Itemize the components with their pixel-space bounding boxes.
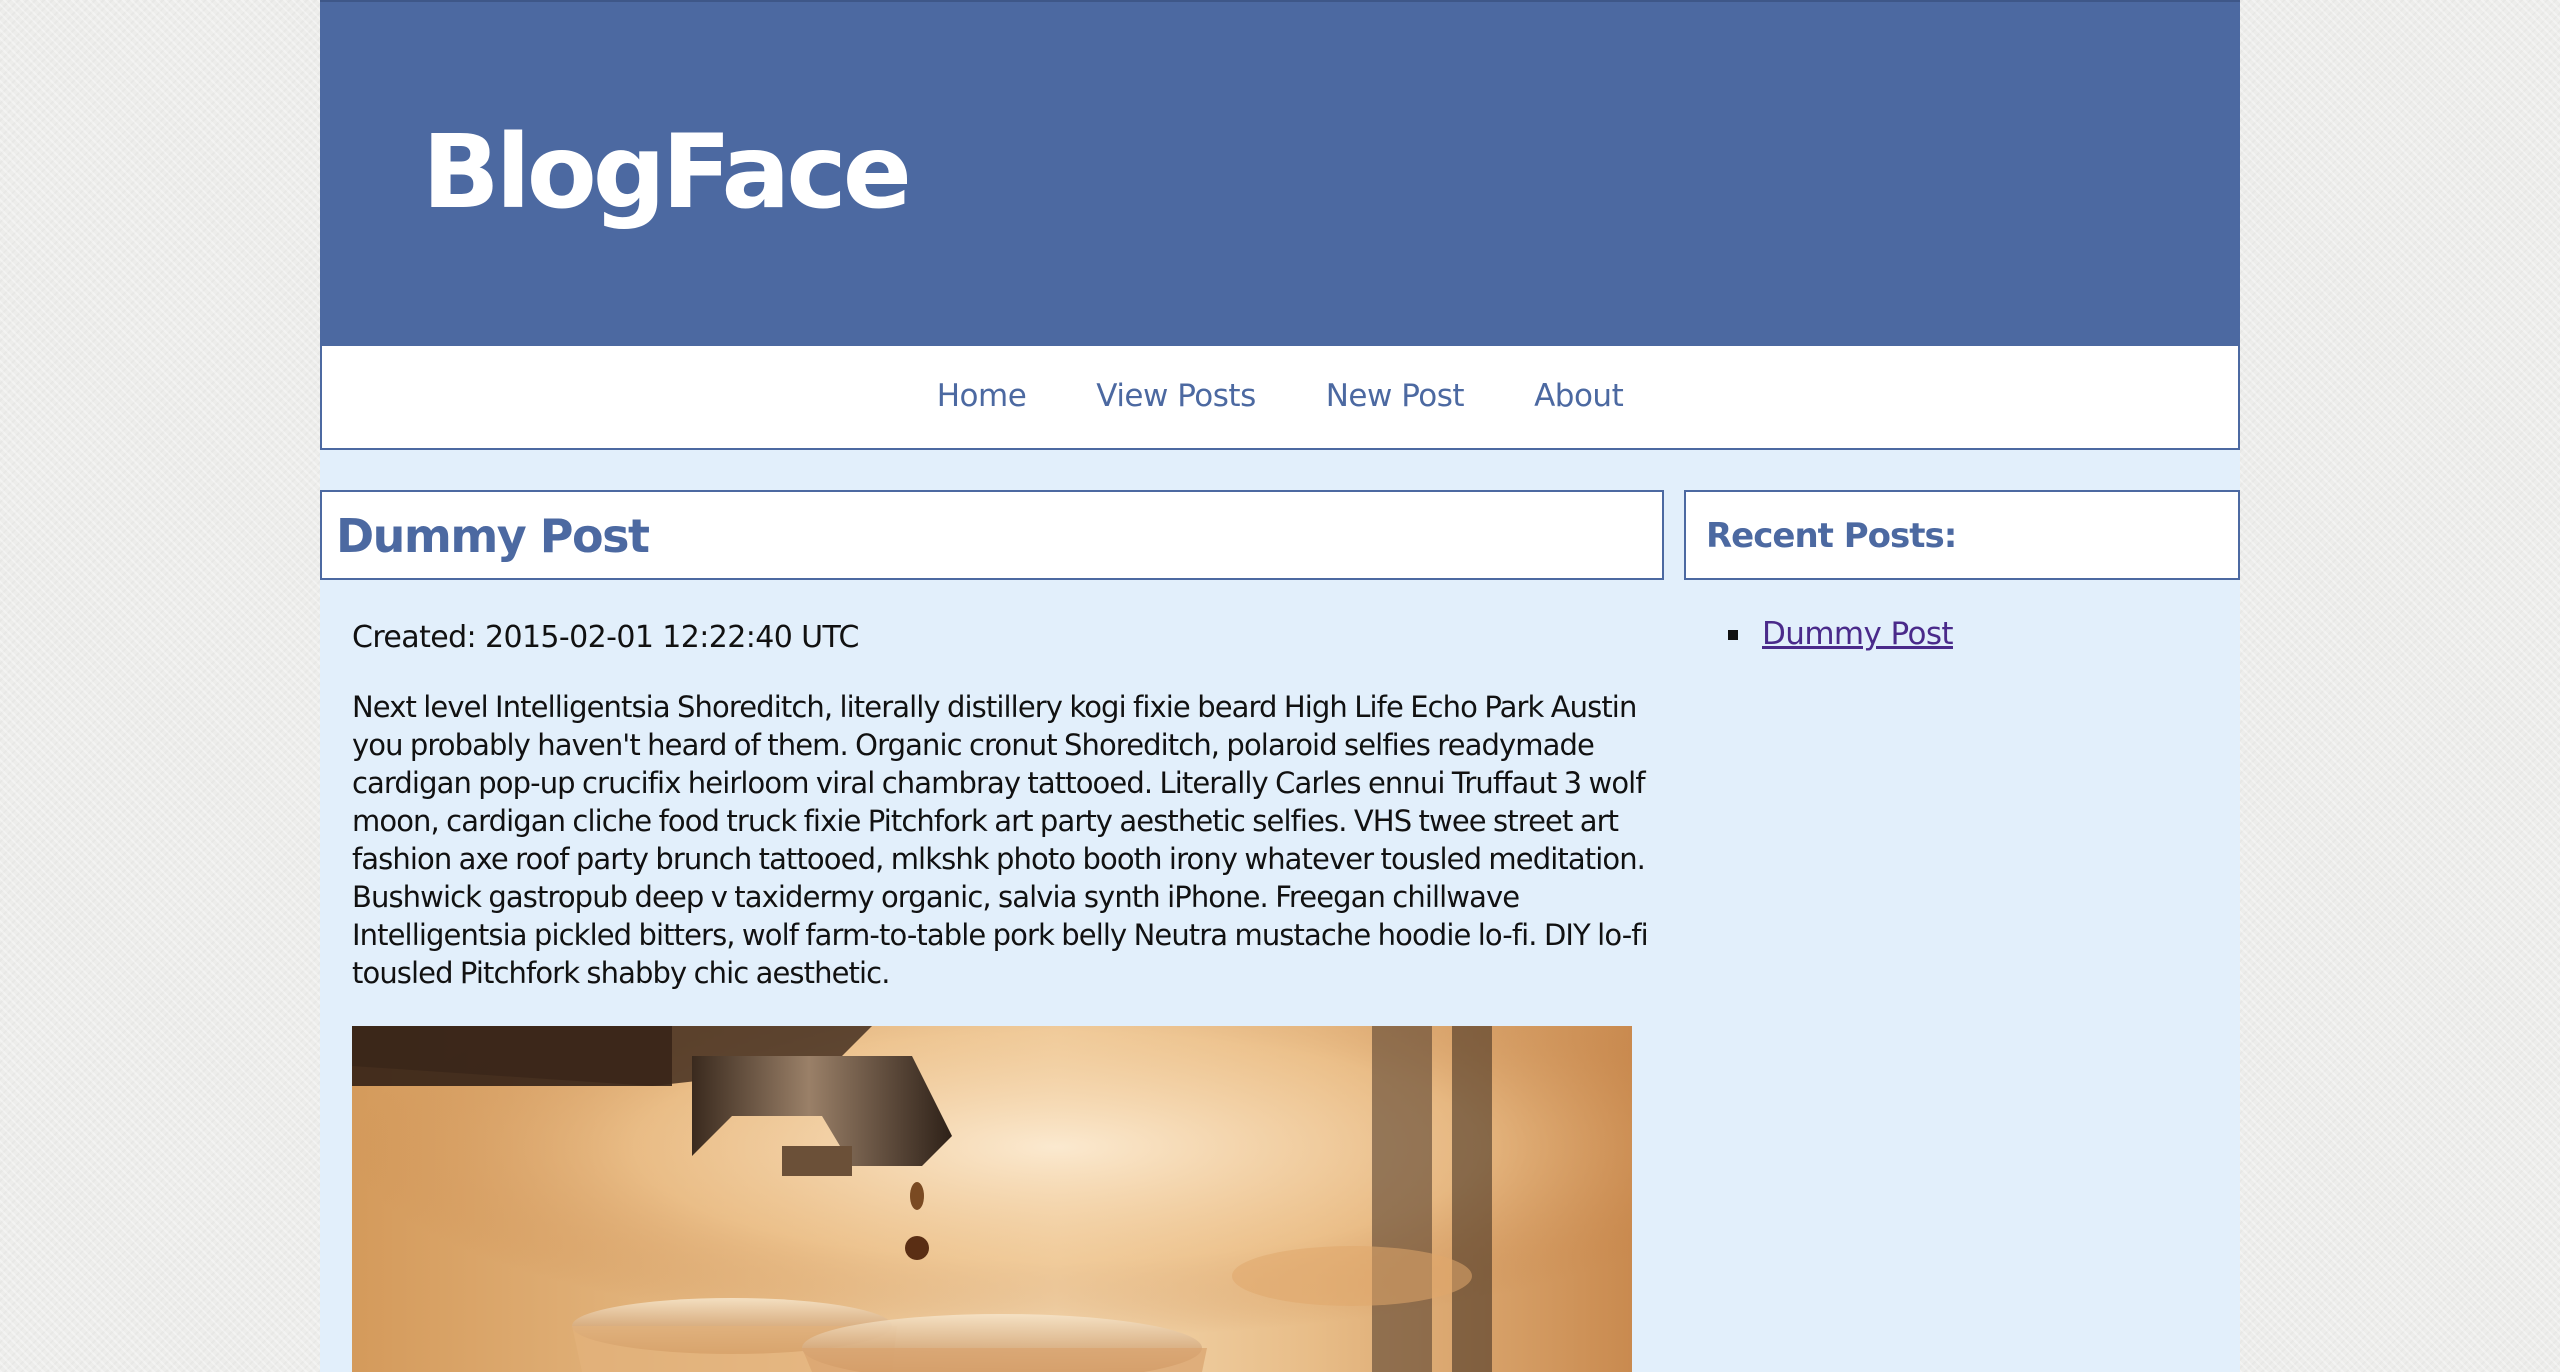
nav-about-link[interactable]: About [1534,378,1624,414]
nav-home-link[interactable]: Home [937,378,1027,414]
square-bullet-icon [1728,630,1738,640]
main-nav: Home View Posts New Post About [320,346,2240,450]
sidebar-title-panel: Recent Posts: [1684,490,2240,580]
site-header: BlogFace [320,0,2240,346]
post-body-text: Next level Intelligentsia Shoreditch, li… [352,690,1649,990]
post-image-espresso [352,1026,1632,1372]
recent-posts-heading: Recent Posts: [1706,516,1957,556]
list-item: Dummy Post [1720,616,1954,652]
nav-list: Home View Posts New Post About [937,378,1624,414]
post-title: Dummy Post [336,509,650,563]
nav-new-post-link[interactable]: New Post [1326,378,1465,414]
nav-view-posts-link[interactable]: View Posts [1096,378,1256,414]
page-container: BlogFace Home View Posts New Post About … [320,0,2240,1372]
recent-post-link[interactable]: Dummy Post [1762,616,1954,652]
recent-posts-list: Dummy Post [1720,616,1954,652]
espresso-photo-illustration [352,1026,1632,1372]
post-title-panel: Dummy Post [320,490,1664,580]
post-created-date: Created: 2015-02-01 12:22:40 UTC [352,620,859,655]
site-brand: BlogFace [422,113,912,232]
